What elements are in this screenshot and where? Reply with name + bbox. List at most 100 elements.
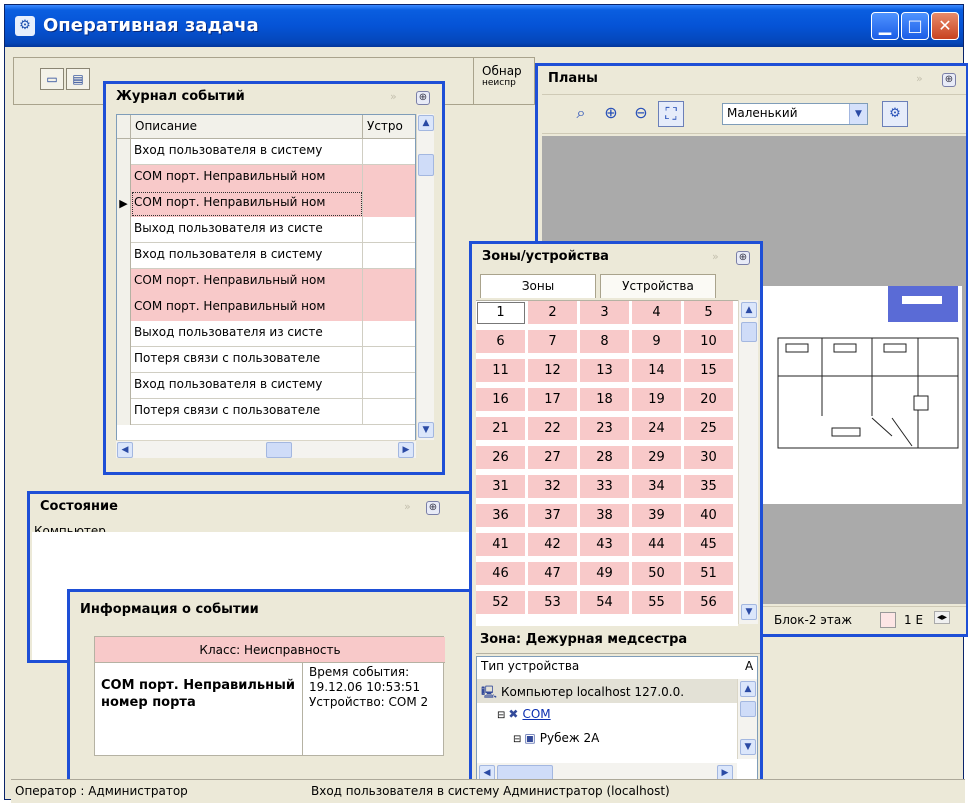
chevron-down-icon[interactable]: ▼ <box>849 104 867 124</box>
zone-cell[interactable]: 18 <box>580 388 630 412</box>
column-device[interactable]: Устро <box>363 115 415 139</box>
zone-cell[interactable]: 6 <box>476 330 526 354</box>
zone-cell[interactable]: 45 <box>684 533 734 557</box>
dock-icon[interactable]: ⊕ <box>416 91 430 105</box>
zone-cell[interactable]: 42 <box>528 533 578 557</box>
zone-cell[interactable]: 4 <box>632 301 682 325</box>
scroll-down-icon[interactable]: ▼ <box>418 422 434 438</box>
zone-cell[interactable]: 25 <box>684 417 734 441</box>
zone-cell[interactable]: 30 <box>684 446 734 470</box>
zone-cell[interactable]: 27 <box>528 446 578 470</box>
zone-cell[interactable]: 13 <box>580 359 630 383</box>
zone-cell[interactable]: 12 <box>528 359 578 383</box>
column-description[interactable]: Описание <box>131 115 363 139</box>
zone-cell[interactable]: 5 <box>684 301 734 325</box>
zone-cell[interactable]: 28 <box>580 446 630 470</box>
scroll-down-icon[interactable]: ▼ <box>740 739 756 755</box>
tree-vscroll[interactable]: ▲ ▼ <box>737 679 757 759</box>
table-row[interactable]: Выход пользователя из систе <box>117 217 415 243</box>
plans-title-bar[interactable]: Планы » ⊕ <box>538 66 966 94</box>
zoom-fit-button[interactable]: ⌕ <box>568 101 594 127</box>
zone-cell[interactable]: 49 <box>580 562 630 586</box>
zone-cell[interactable]: 47 <box>528 562 578 586</box>
table-row[interactable]: Выход пользователя из систе <box>117 321 415 347</box>
zone-cell[interactable]: 46 <box>476 562 526 586</box>
fit-page-button[interactable]: ⛶ <box>658 101 684 127</box>
zones-vscroll[interactable]: ▲ ▼ <box>738 300 758 624</box>
dock-icon[interactable]: ⊕ <box>736 251 750 265</box>
table-row[interactable]: Вход пользователя в систему <box>117 373 415 399</box>
zone-cell[interactable]: 23 <box>580 417 630 441</box>
state-title-bar[interactable]: Состояние » ⊕ <box>30 494 484 522</box>
tab-devices[interactable]: Устройства <box>600 274 716 298</box>
zone-cell[interactable]: 21 <box>476 417 526 441</box>
collapse-icon[interactable]: » <box>390 90 397 103</box>
table-row[interactable]: Вход пользователя в систему <box>117 139 415 165</box>
zone-cell[interactable]: 3 <box>580 301 630 325</box>
zone-cell[interactable]: 24 <box>632 417 682 441</box>
zone-cell[interactable]: 10 <box>684 330 734 354</box>
journal-hscroll[interactable]: ◀ ▶ <box>116 440 416 458</box>
tab-zones[interactable]: Зоны <box>480 274 596 298</box>
zone-cell[interactable]: 1 <box>476 301 526 325</box>
detect-fault-label[interactable]: Обнар неиспр <box>473 57 535 105</box>
collapse-icon[interactable]: » <box>712 250 719 263</box>
zone-cell[interactable]: 20 <box>684 388 734 412</box>
report-button[interactable]: ▤ <box>66 68 90 90</box>
zone-cell[interactable]: 37 <box>528 504 578 528</box>
zone-cell[interactable]: 17 <box>528 388 578 412</box>
zone-cell[interactable]: 16 <box>476 388 526 412</box>
table-row[interactable]: COM порт. Неправильный ном <box>117 269 415 295</box>
zone-cell[interactable]: 38 <box>580 504 630 528</box>
plan-nav-arrows[interactable]: ◂▸ <box>934 611 951 624</box>
zone-cell[interactable]: 52 <box>476 591 526 615</box>
scroll-thumb[interactable] <box>740 701 756 717</box>
zone-cell[interactable]: 7 <box>528 330 578 354</box>
zone-cell[interactable]: 36 <box>476 504 526 528</box>
dock-icon[interactable]: ⊕ <box>426 501 440 515</box>
scroll-up-icon[interactable]: ▲ <box>740 681 756 697</box>
zone-cell[interactable]: 53 <box>528 591 578 615</box>
journal-title-bar[interactable]: Журнал событий » ⊕ <box>106 84 442 112</box>
minimize-button[interactable]: ▁ <box>871 12 899 40</box>
zone-cell[interactable]: 35 <box>684 475 734 499</box>
journal-vscroll[interactable]: ▲ ▼ <box>416 114 434 440</box>
zone-cell[interactable]: 8 <box>580 330 630 354</box>
zone-cell[interactable]: 31 <box>476 475 526 499</box>
table-row[interactable]: Потеря связи с пользователе <box>117 347 415 373</box>
scroll-right-icon[interactable]: ▶ <box>398 442 414 458</box>
zone-cell[interactable]: 41 <box>476 533 526 557</box>
table-row[interactable]: COM порт. Неправильный ном <box>117 295 415 321</box>
scroll-thumb[interactable] <box>418 154 434 176</box>
zone-cell[interactable]: 54 <box>580 591 630 615</box>
zone-cell[interactable]: 55 <box>632 591 682 615</box>
collapse-icon[interactable]: » <box>916 72 923 85</box>
plan-settings-button[interactable]: ⚙ <box>882 101 908 127</box>
close-button[interactable]: ✕ <box>931 12 959 40</box>
tree-expander-icon[interactable]: ⊟ <box>513 734 521 745</box>
title-bar[interactable]: ⚙ Оперативная задача ▁ □ ✕ <box>5 5 963 47</box>
zone-cell[interactable]: 19 <box>632 388 682 412</box>
zoom-out-button[interactable]: ⊖ <box>628 101 654 127</box>
zone-cell[interactable]: 9 <box>632 330 682 354</box>
collapse-icon[interactable]: » <box>404 500 411 513</box>
zoom-in-button[interactable]: ⊕ <box>598 101 624 127</box>
zone-cell[interactable]: 43 <box>580 533 630 557</box>
tree-item[interactable]: 🖳 Компьютер localhost 127.0.0. <box>477 679 737 703</box>
scroll-up-icon[interactable]: ▲ <box>741 302 757 318</box>
table-row[interactable]: COM порт. Неправильный ном <box>117 165 415 191</box>
table-row[interactable]: Вход пользователя в систему <box>117 243 415 269</box>
event-info-title-bar[interactable]: Информация о событии <box>70 592 474 620</box>
table-row[interactable]: ▶ COM порт. Неправильный ном <box>117 191 415 217</box>
zone-cell[interactable]: 56 <box>684 591 734 615</box>
scroll-thumb[interactable] <box>741 322 757 342</box>
zone-cell[interactable]: 40 <box>684 504 734 528</box>
scroll-left-icon[interactable]: ◀ <box>117 442 133 458</box>
zone-cell[interactable]: 15 <box>684 359 734 383</box>
maximize-button[interactable]: □ <box>901 12 929 40</box>
zone-cell[interactable]: 14 <box>632 359 682 383</box>
zones-title-bar[interactable]: Зоны/устройства » ⊕ <box>472 244 760 272</box>
zone-cell[interactable]: 26 <box>476 446 526 470</box>
zone-cell[interactable]: 29 <box>632 446 682 470</box>
table-row[interactable]: Потеря связи с пользователе <box>117 399 415 425</box>
